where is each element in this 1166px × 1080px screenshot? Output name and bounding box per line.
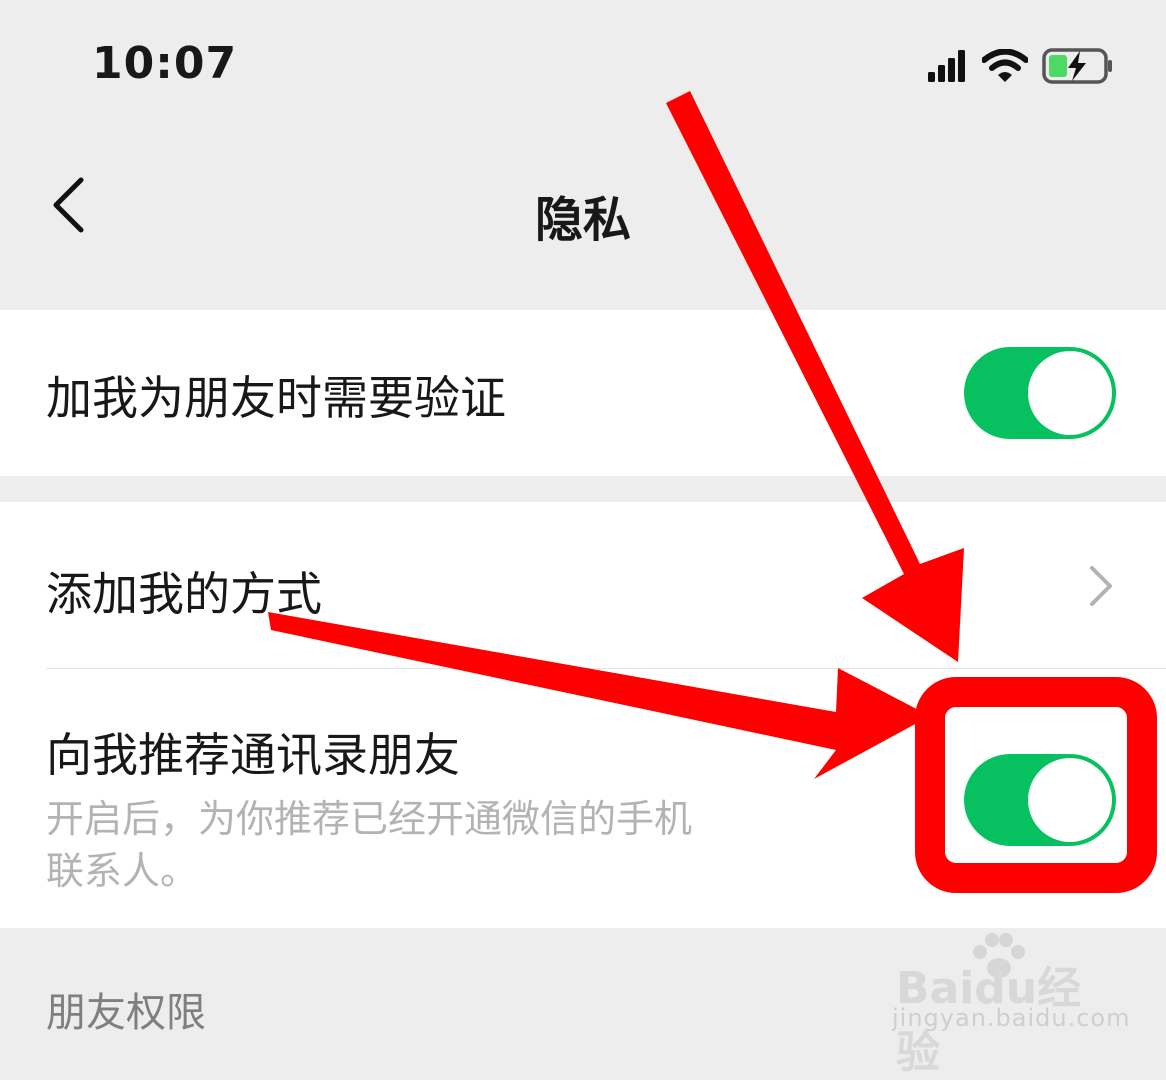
verify-toggle[interactable]	[964, 347, 1116, 439]
battery-charging-icon	[1042, 48, 1112, 84]
setting-description-recommend: 开启后，为你推荐已经开通微信的手机联系人。	[46, 797, 693, 893]
setting-label-verify: 加我为朋友时需要验证	[46, 371, 506, 425]
status-bar: 10:07	[0, 0, 1166, 130]
status-time: 10:07	[92, 38, 238, 89]
wifi-icon	[982, 49, 1028, 82]
status-icons	[928, 46, 1114, 86]
settings-group-discovery: 添加我的方式 向我推荐通讯录朋友 开启后，为你推荐已经开通微信的手机联系人。	[0, 502, 1166, 928]
section-header-friend-permissions: 朋友权限	[46, 990, 206, 1036]
setting-row-verify: 加我为朋友时需要验证	[0, 310, 1166, 476]
page-title: 隐私	[534, 192, 631, 248]
watermark-url: jingyan.baidu.com	[892, 1004, 1131, 1032]
setting-label-add-ways: 添加我的方式	[46, 567, 322, 621]
toggle-knob	[1028, 351, 1112, 435]
setting-label-recommend: 向我推荐通讯录朋友	[46, 728, 460, 782]
chevron-right-icon	[1090, 566, 1112, 606]
recommend-toggle[interactable]	[964, 754, 1116, 846]
toggle-knob	[1028, 758, 1112, 842]
settings-group-verify: 加我为朋友时需要验证	[0, 310, 1166, 476]
nav-bar: 隐私	[0, 130, 1166, 310]
setting-row-add-ways[interactable]: 添加我的方式	[0, 502, 1166, 668]
signal-icon	[928, 50, 965, 82]
setting-row-recommend: 向我推荐通讯录朋友 开启后，为你推荐已经开通微信的手机联系人。	[0, 669, 1166, 928]
baidu-watermark: Baidu经验 jingyan.baidu.com	[892, 930, 1129, 1078]
